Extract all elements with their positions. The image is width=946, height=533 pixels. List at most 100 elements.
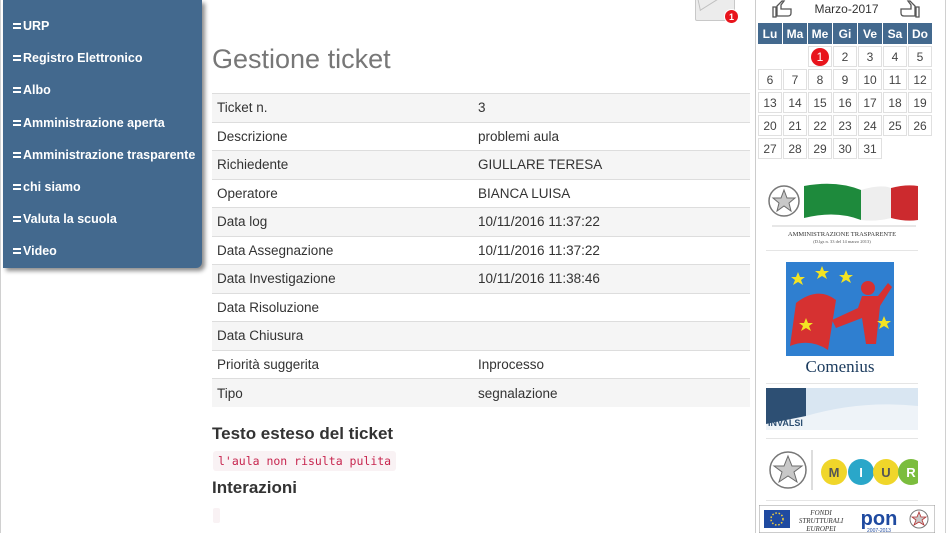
day-number: 22 [813, 118, 827, 133]
calendar-day[interactable]: 17 [858, 92, 882, 113]
weekday-label: Me [808, 23, 832, 44]
calendar-next-button[interactable] [898, 0, 922, 18]
weekday-label: Ve [858, 23, 882, 44]
field-label: Richiedente [212, 150, 469, 179]
calendar-week: 20 21 22 23 24 25 26 [758, 115, 935, 138]
day-number: 30 [838, 141, 852, 156]
calendar-empty-cell [783, 46, 807, 67]
calendar-day[interactable]: 22 [808, 115, 832, 136]
calendar-week: 13 14 15 16 17 18 19 [758, 92, 935, 115]
field-label: Data Assegnazione [212, 235, 469, 265]
sidebar-item-label: Amministrazione aperta [23, 116, 165, 130]
field-label: Data log [212, 207, 469, 236]
day-number: 13 [763, 95, 777, 110]
day-number: 10 [863, 72, 877, 87]
calendar-day[interactable]: 28 [783, 138, 807, 159]
calendar-day[interactable]: 2 [833, 46, 857, 67]
banner-divider [766, 438, 918, 439]
table-row: Priorità suggerita Inprocesso [212, 349, 750, 379]
calendar-day[interactable]: 27 [758, 138, 782, 159]
table-row: Data Assegnazione 10/11/2016 11:37:22 [212, 235, 750, 265]
amministrazione-trasparente-banner[interactable]: AMMINISTRAZIONE TRASPARENTE (D.lgs n. 33… [766, 182, 918, 246]
calendar-day[interactable]: 3 [858, 46, 882, 67]
day-number: 16 [838, 95, 852, 110]
pon-europei-label: EUROPEI [805, 525, 836, 533]
invalsi-banner[interactable]: INVALSI [766, 388, 918, 430]
calendar-day[interactable]: 15 [808, 92, 832, 113]
calendar-week: 27 28 29 30 31 [758, 138, 935, 161]
table-row: Operatore BIANCA LUISA [212, 178, 750, 208]
pon-banner[interactable]: FONDI STRUTTURALI EUROPEI pon 2007-2013 [758, 504, 936, 533]
day-number: 26 [913, 118, 927, 133]
calendar-day[interactable]: 4 [883, 46, 907, 67]
day-number: 28 [788, 141, 802, 156]
calendar-day[interactable]: 30 [833, 138, 857, 159]
calendar-day[interactable]: 13 [758, 92, 782, 113]
menu-icon [13, 247, 21, 255]
calendar-weekdays: Lu Ma Me Gi Ve Sa Do [758, 23, 935, 46]
calendar-day[interactable]: 20 [758, 115, 782, 136]
field-value: problemi aula [469, 121, 750, 151]
calendar-day[interactable]: 26 [908, 115, 932, 136]
calendar-day[interactable]: 7 [783, 69, 807, 90]
calendar-day[interactable]: 12 [908, 69, 932, 90]
table-row: Ticket n. 3 [212, 93, 750, 122]
day-number: 5 [916, 49, 924, 64]
miur-letter: M [829, 465, 840, 480]
field-value: Inprocesso [469, 349, 750, 379]
day-number: 8 [816, 72, 824, 87]
weekday-label: Sa [883, 23, 907, 44]
table-row: Richiedente GIULLARE TERESA [212, 150, 750, 179]
calendar-day[interactable]: 21 [783, 115, 807, 136]
field-value: 10/11/2016 11:37:22 [469, 207, 750, 236]
pon-years-label: 2007-2013 [867, 528, 891, 533]
calendar-empty-cell [883, 138, 907, 159]
calendar-day[interactable]: 18 [883, 92, 907, 113]
banner-divider [766, 383, 918, 384]
day-number: 15 [813, 95, 827, 110]
miur-banner[interactable]: M I U R [766, 446, 924, 496]
calendar-day[interactable]: 10 [858, 69, 882, 90]
calendar-day[interactable]: 16 [833, 92, 857, 113]
table-row: Descrizione problemi aula [212, 121, 750, 151]
calendar-day[interactable]: 24 [858, 115, 882, 136]
sidebar-item-valuta-la-scuola[interactable]: Valuta la scuola [13, 209, 117, 229]
day-number: 18 [888, 95, 902, 110]
calendar-day[interactable]: 14 [783, 92, 807, 113]
calendar-day[interactable]: 11 [883, 69, 907, 90]
comenius-banner[interactable]: Comenius [766, 258, 918, 376]
day-number: 12 [913, 72, 927, 87]
calendar-day[interactable]: 6 [758, 69, 782, 90]
calendar-day[interactable]: 1 [808, 46, 832, 67]
day-number: 24 [863, 118, 877, 133]
menu-icon [13, 119, 21, 127]
sidebar-item-registro-elettronico[interactable]: Registro Elettronico [13, 48, 142, 68]
field-value: segnalazione [469, 378, 750, 407]
calendar-day[interactable]: 8 [808, 69, 832, 90]
sidebar-item-albo[interactable]: Albo [13, 80, 51, 100]
calendar-day[interactable]: 29 [808, 138, 832, 159]
calendar-day[interactable]: 25 [883, 115, 907, 136]
day-number: 25 [888, 118, 902, 133]
sidebar-item-urp[interactable]: URP [13, 16, 49, 36]
miur-letter: U [881, 465, 890, 480]
day-number: 6 [766, 72, 774, 87]
comenius-label: Comenius [806, 357, 875, 376]
calendar-day[interactable]: 31 [858, 138, 882, 159]
calendar-day[interactable]: 5 [908, 46, 932, 67]
calendar-day[interactable]: 19 [908, 92, 932, 113]
notification-badge: 1 [724, 9, 739, 24]
field-label: Descrizione [212, 121, 469, 151]
day-number: 29 [813, 141, 827, 156]
sidebar-item-label: Albo [23, 83, 51, 97]
calendar-day[interactable]: 9 [833, 69, 857, 90]
sidebar-item-chi-siamo[interactable]: chi siamo [13, 177, 81, 197]
sidebar-item-amministrazione-trasparente[interactable]: Amministrazione trasparente [13, 145, 195, 165]
calendar-day[interactable]: 23 [833, 115, 857, 136]
menu-icon [13, 183, 21, 191]
sidebar-item-amministrazione-aperta[interactable]: Amministrazione aperta [13, 113, 165, 133]
sidebar-item-video[interactable]: Video [13, 241, 57, 261]
messages-button[interactable]: 1 [695, 0, 739, 24]
menu-icon [13, 22, 21, 30]
field-label: Priorità suggerita [212, 349, 469, 379]
